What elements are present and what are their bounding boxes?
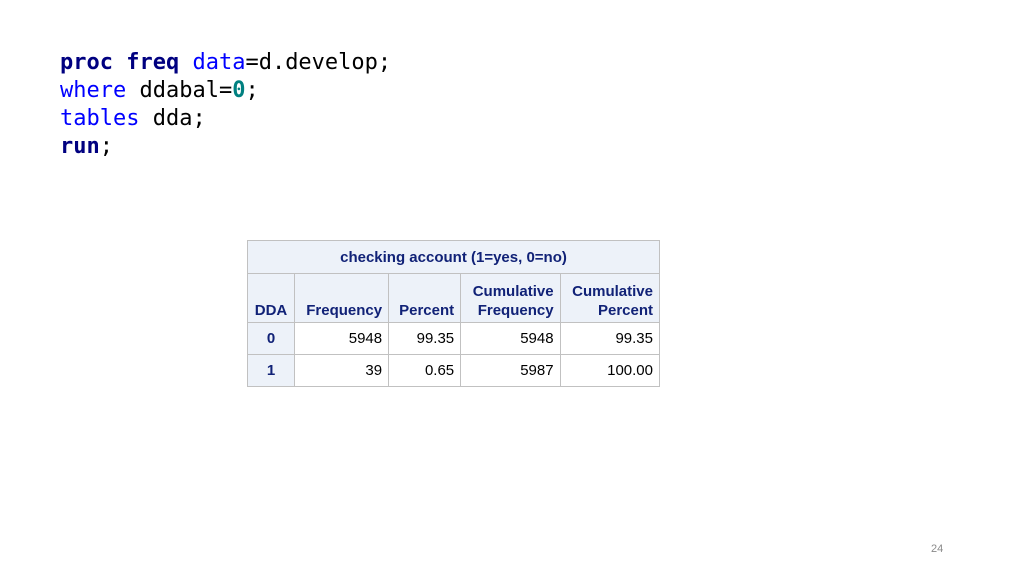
- frequency-table: checking account (1=yes, 0=no) DDA Frequ…: [247, 240, 661, 387]
- sas-code-block: proc freq data=d.develop; where ddabal=0;…: [60, 49, 391, 161]
- code-text: dda;: [139, 106, 206, 131]
- code-keyword-run: run: [60, 134, 100, 159]
- table-row: 1 39 0.65 5987 100.00: [247, 354, 661, 387]
- code-keyword-tables: tables: [60, 106, 140, 131]
- code-line-4: run;: [60, 133, 391, 161]
- cell-frequency: 5948: [293, 322, 390, 355]
- table-title-row: checking account (1=yes, 0=no): [247, 240, 660, 274]
- header-cumulative-percent: Cumulative Percent: [559, 273, 661, 323]
- cell-frequency: 39: [293, 354, 390, 387]
- cell-percent: 0.65: [388, 354, 462, 387]
- header-cumulative-frequency: Cumulative Frequency: [460, 273, 561, 323]
- code-text: =d.develop;: [245, 50, 392, 75]
- row-header-dda: 0: [247, 322, 295, 355]
- code-text: ddabal=: [126, 78, 233, 103]
- cell-cumulative-percent: 100.00: [559, 354, 661, 387]
- code-keyword-proc-freq: proc freq: [60, 50, 180, 75]
- header-text: Cumulative: [472, 283, 554, 300]
- code-keyword-where: where: [60, 78, 127, 103]
- header-text: Cumulative: [572, 283, 653, 300]
- cell-cumulative-frequency: 5987: [460, 354, 561, 387]
- code-keyword-data: data: [192, 50, 246, 75]
- cell-percent: 99.35: [388, 322, 462, 355]
- header-percent: Percent: [388, 273, 462, 323]
- slide-page-number: 24: [931, 543, 944, 555]
- cell-cumulative-frequency: 5948: [460, 322, 561, 355]
- header-dda: DDA: [247, 273, 295, 323]
- cell-cumulative-percent: 99.35: [559, 322, 661, 355]
- code-line-3: tables dda;: [60, 105, 391, 133]
- header-frequency: Frequency: [293, 273, 390, 323]
- table-row: 0 5948 99.35 5948 99.35: [247, 322, 661, 355]
- code-line-2: where ddabal=0;: [60, 77, 391, 105]
- row-header-dda: 1: [247, 354, 295, 387]
- table-title: checking account (1=yes, 0=no): [247, 240, 660, 274]
- header-text: Percent: [597, 302, 653, 319]
- code-number: 0: [232, 78, 246, 103]
- code-text: ;: [245, 78, 259, 103]
- header-text: Frequency: [477, 302, 554, 319]
- code-text: ;: [99, 134, 113, 159]
- code-line-1: proc freq data=d.develop;: [60, 49, 391, 77]
- table-header-row: DDA Frequency Percent Cumulative Frequenc…: [247, 273, 661, 323]
